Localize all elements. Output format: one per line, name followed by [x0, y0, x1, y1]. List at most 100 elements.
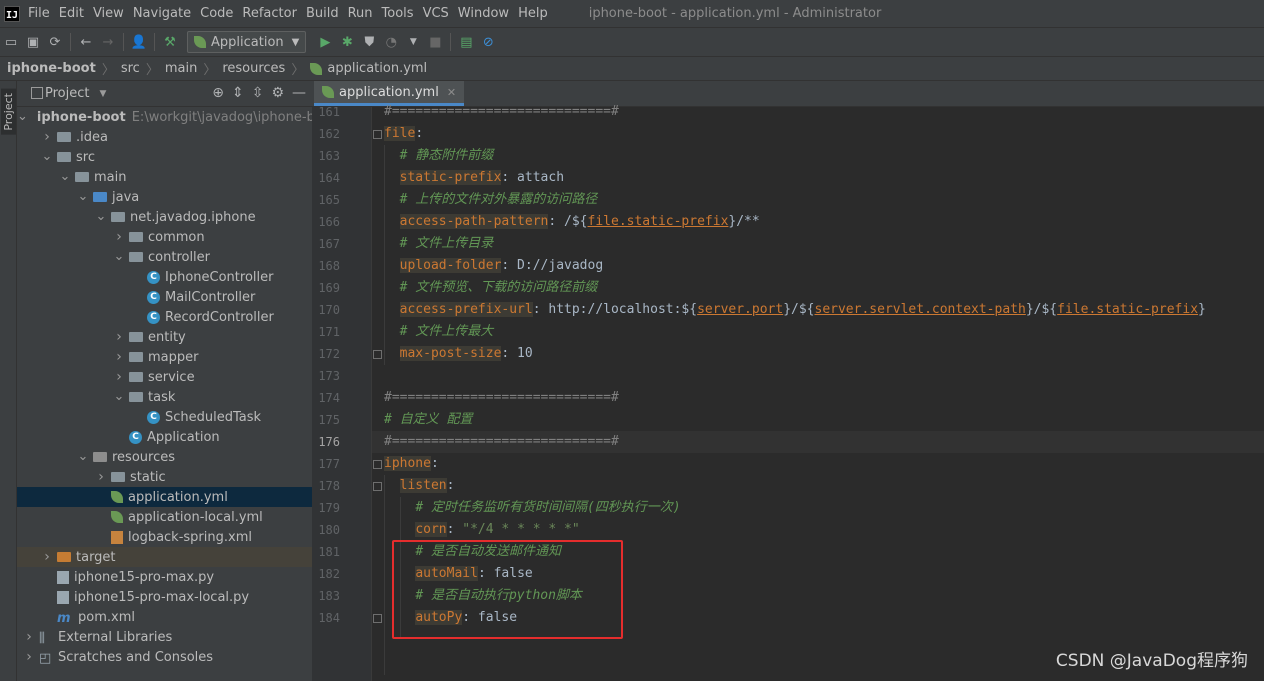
tree-item[interactable]: application-local.yml: [17, 507, 312, 527]
code-line[interactable]: access-path-pattern: /${file.static-pref…: [384, 211, 760, 233]
hide-minus-icon[interactable]: —: [292, 85, 306, 101]
chevron-down-icon[interactable]: ⌄: [41, 150, 53, 163]
project-view-title[interactable]: Project: [45, 86, 89, 101]
collapse-all-icon[interactable]: ⇳: [252, 85, 264, 101]
breadcrumb-item[interactable]: iphone-boot: [7, 61, 96, 76]
chevron-right-icon[interactable]: ›: [23, 649, 35, 665]
fold-marker-icon[interactable]: [373, 482, 382, 491]
tree-item[interactable]: C MailController: [17, 287, 312, 307]
chevron-down-icon[interactable]: ⌄: [59, 170, 71, 183]
code-line[interactable]: # 文件预览、下载的访问路径前缀: [384, 277, 598, 299]
chevron-down-icon[interactable]: ▼: [99, 89, 106, 99]
breadcrumb-item[interactable]: main: [165, 61, 197, 76]
code-line[interactable]: #============================#: [384, 101, 619, 123]
profile-icon[interactable]: ◔: [380, 31, 402, 53]
tree-item[interactable]: ⌄ net.javadog.iphone: [17, 207, 312, 227]
code-line[interactable]: # 文件上传目录: [384, 233, 494, 255]
forward-arrow-icon[interactable]: →: [97, 31, 119, 53]
code-line[interactable]: max-post-size: 10: [384, 343, 533, 365]
close-icon[interactable]: ✕: [447, 86, 456, 99]
locate-target-icon[interactable]: ⊕: [212, 85, 224, 101]
code-line[interactable]: static-prefix: attach: [384, 167, 564, 189]
menu-tools[interactable]: Tools: [382, 6, 414, 21]
code-line[interactable]: corn: "*/4 * * * * *": [384, 519, 580, 541]
tree-item[interactable]: logback-spring.xml: [17, 527, 312, 547]
code-line[interactable]: file:: [384, 123, 423, 145]
tree-item[interactable]: ⌄ resources: [17, 447, 312, 467]
code-line[interactable]: iphone:: [384, 453, 439, 475]
menu-build[interactable]: Build: [306, 6, 339, 21]
tree-item[interactable]: C Application: [17, 427, 312, 447]
open-folder-icon[interactable]: ▭: [0, 31, 22, 53]
chevron-right-icon[interactable]: ›: [41, 549, 53, 565]
fold-marker-icon[interactable]: [373, 614, 382, 623]
tree-item[interactable]: ⌄ iphone-boot E:\workgit\javadog\iphone-b: [17, 107, 312, 127]
save-icon[interactable]: ▣: [22, 31, 44, 53]
code-line[interactable]: access-prefix-url: http://localhost:${se…: [384, 299, 1206, 321]
tree-item[interactable]: › entity: [17, 327, 312, 347]
chevron-right-icon[interactable]: ›: [23, 629, 35, 645]
code-line[interactable]: # 静态附件前缀: [384, 145, 494, 167]
tree-item[interactable]: › mapper: [17, 347, 312, 367]
menu-run[interactable]: Run: [348, 6, 373, 21]
chevron-right-icon[interactable]: ›: [113, 369, 125, 385]
menu-navigate[interactable]: Navigate: [133, 6, 191, 21]
debug-bug-icon[interactable]: ✱: [336, 31, 358, 53]
sync-icon[interactable]: ⟳: [44, 31, 66, 53]
project-tool-button[interactable]: Project: [1, 89, 16, 135]
tree-item[interactable]: › ⫼ External Libraries: [17, 627, 312, 647]
chevron-right-icon[interactable]: ›: [95, 469, 107, 485]
chevron-right-icon[interactable]: ›: [113, 229, 125, 245]
menu-code[interactable]: Code: [200, 6, 233, 21]
chevron-right-icon[interactable]: ›: [113, 349, 125, 365]
menu-view[interactable]: View: [93, 6, 124, 21]
menu-file[interactable]: File: [28, 6, 50, 21]
code-line[interactable]: # 自定义 配置: [384, 409, 472, 431]
code-line[interactable]: # 定时任务监听有货时间间隔(四秒执行一次): [384, 497, 680, 519]
no-entry-icon[interactable]: ⊘: [477, 31, 499, 53]
tree-item[interactable]: ⌄ java: [17, 187, 312, 207]
tree-item[interactable]: iphone15-pro-max.py: [17, 567, 312, 587]
menu-vcs[interactable]: VCS: [423, 6, 449, 21]
tree-item[interactable]: › service: [17, 367, 312, 387]
back-arrow-icon[interactable]: ←: [75, 31, 97, 53]
build-hammer-icon[interactable]: ⚒: [159, 31, 181, 53]
chevron-right-icon[interactable]: ›: [113, 329, 125, 345]
tree-item[interactable]: m pom.xml: [17, 607, 312, 627]
fold-marker-icon[interactable]: [373, 130, 382, 139]
tree-item[interactable]: application.yml: [17, 487, 312, 507]
chevron-down-icon[interactable]: ⌄: [113, 390, 125, 403]
tree-item[interactable]: › ◰ Scratches and Consoles: [17, 647, 312, 667]
coverage-shield-icon[interactable]: ⛊: [358, 31, 380, 53]
menu-edit[interactable]: Edit: [59, 6, 84, 21]
more-chevron-icon[interactable]: ▼: [402, 31, 424, 53]
user-icon[interactable]: 👤: [128, 31, 150, 53]
chevron-down-icon[interactable]: ⌄: [17, 110, 28, 123]
monitor-icon[interactable]: ▤: [455, 31, 477, 53]
code-line[interactable]: upload-folder: D://javadog: [384, 255, 603, 277]
tree-item[interactable]: ⌄ src: [17, 147, 312, 167]
tree-item[interactable]: ⌄ task: [17, 387, 312, 407]
run-icon[interactable]: ▶: [314, 31, 336, 53]
tree-item[interactable]: iphone15-pro-max-local.py: [17, 587, 312, 607]
breadcrumb-item[interactable]: application.yml: [327, 61, 427, 76]
chevron-down-icon[interactable]: ⌄: [113, 250, 125, 263]
code-line[interactable]: # 上传的文件对外暴露的访问路径: [384, 189, 598, 211]
run-config-select[interactable]: Application ▼: [187, 31, 307, 53]
tree-item[interactable]: › target: [17, 547, 312, 567]
chevron-down-icon[interactable]: ⌄: [77, 450, 89, 463]
gear-icon[interactable]: ⚙: [271, 85, 284, 101]
breadcrumb-item[interactable]: src: [121, 61, 140, 76]
menu-refactor[interactable]: Refactor: [242, 6, 297, 21]
expand-all-icon[interactable]: ⇕: [232, 85, 244, 101]
code-line[interactable]: #============================#: [384, 387, 619, 409]
menu-help[interactable]: Help: [518, 6, 548, 21]
tree-item[interactable]: ⌄ main: [17, 167, 312, 187]
chevron-down-icon[interactable]: ⌄: [95, 210, 107, 223]
menu-window[interactable]: Window: [458, 6, 509, 21]
stop-icon[interactable]: ■: [424, 31, 446, 53]
fold-marker-icon[interactable]: [373, 350, 382, 359]
tree-item[interactable]: C IphoneController: [17, 267, 312, 287]
chevron-down-icon[interactable]: ⌄: [77, 190, 89, 203]
tree-item[interactable]: C RecordController: [17, 307, 312, 327]
